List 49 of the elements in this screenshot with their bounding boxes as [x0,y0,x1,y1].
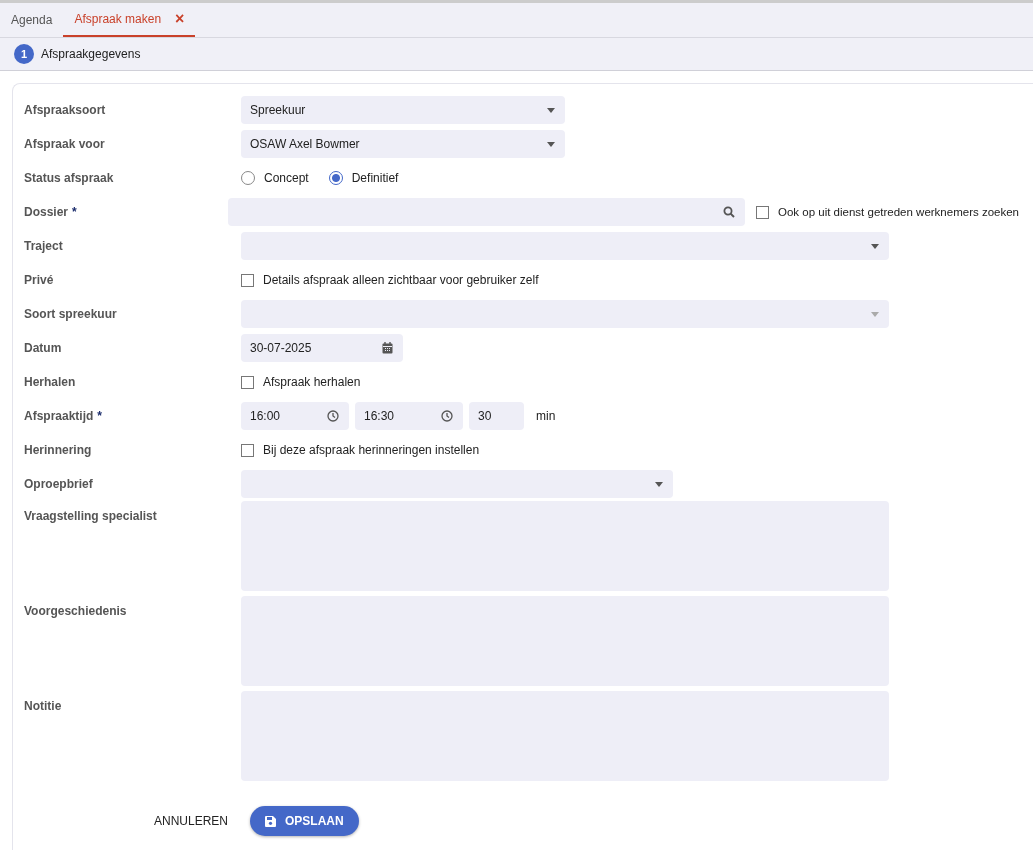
clock-icon [327,410,339,422]
field-label: Voorgeschiedenis [24,603,128,618]
dropdown-field[interactable] [241,470,673,498]
dropdown-field[interactable]: Spreekuur [241,96,565,124]
checkbox[interactable] [241,375,254,389]
checkbox-label: Bij deze afspraak herinneringen instellen [263,443,480,457]
field-label: Afspraaksoort [24,103,107,117]
clock-icon [441,410,453,422]
field-label: Afspraak voor [24,137,106,151]
field-label: Afspraaktijd * [24,409,104,423]
step-number: 1 [14,44,34,64]
radio-label: Definitief [351,171,399,185]
field-label: Datum [24,341,63,355]
field-label: Privé [24,273,55,287]
duration-field[interactable]: 30 [469,402,524,430]
cancel-button[interactable]: ANNULEREN [154,808,228,834]
radio-button[interactable] [241,171,255,185]
checkbox[interactable] [241,273,254,287]
field-label: Traject [24,239,64,253]
checkbox[interactable] [756,205,769,219]
field-label: Status afspraak [24,171,115,185]
dropdown-field[interactable] [241,300,889,328]
step[interactable]: 1 Afspraakgegevens [14,44,141,64]
dropdown-field[interactable] [241,232,889,260]
time-field[interactable]: 16:00 [241,402,349,430]
checkbox-label: Details afspraak alleen zichtbaar voor gebruiker zelf [263,273,539,287]
field-label: Herhalen [24,375,77,389]
field-label: Dossier * [24,205,78,219]
field-label: Herinnering [24,443,93,457]
date-field[interactable]: 30-07-2025 [241,334,403,362]
search-icon [723,206,735,218]
search-field[interactable] [228,198,745,226]
close-icon[interactable]: × [175,10,185,28]
checkbox-label: Afspraak herhalen [263,375,361,389]
checkbox[interactable] [241,443,254,457]
field-label: Soort spreekuur [24,307,118,321]
time-field[interactable]: 16:30 [355,402,463,430]
field-label: Notitie [24,698,63,713]
radio-label: Concept [264,171,309,185]
radio-button[interactable] [328,171,343,185]
dropdown-field[interactable]: OSAW Axel Bowmer [241,130,565,158]
save-button[interactable]: OPSLAAN [250,806,359,836]
field-label: Vraagstelling specialist [24,508,158,523]
calendar-icon [382,342,393,354]
unit-label: min [536,409,556,423]
tab[interactable]: Agenda [0,3,64,37]
step-label: Afspraakgegevens [41,47,141,61]
checkbox-label: Ook op uit dienst getreden werknemers zoeken [778,206,1019,218]
field-label: Oproepbrief [24,477,94,491]
